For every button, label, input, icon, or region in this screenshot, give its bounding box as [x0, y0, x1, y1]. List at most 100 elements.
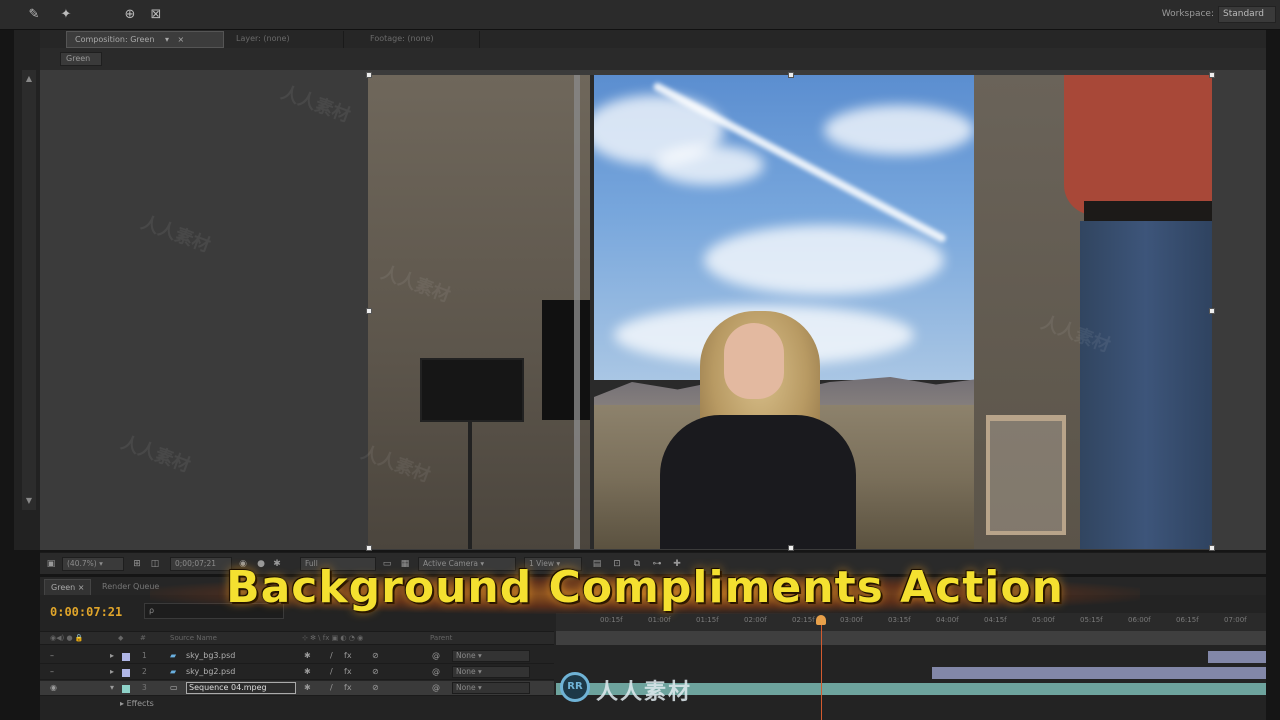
- shy-switch-icon[interactable]: ✱: [304, 683, 311, 692]
- grid-toggle-icon[interactable]: ⊞: [130, 557, 144, 571]
- composition-viewer[interactable]: 人人素材 人人素材 人人素材 人人素材 人人素材 人人素材: [40, 70, 1266, 551]
- layer-name[interactable]: sky_bg3.psd: [186, 651, 296, 663]
- collapse-layer-icon[interactable]: ▾: [110, 683, 114, 692]
- parent-value: None: [456, 667, 476, 676]
- layer-name-input[interactable]: Sequence 04.mpeg: [186, 682, 296, 694]
- switches-header-icons: ⊹ ✻ \ fx ▣ ◐ ◔ ◉: [302, 634, 364, 642]
- cloud: [824, 105, 974, 155]
- puppet-tool-icon[interactable]: ⊠: [148, 7, 164, 23]
- fx-switch-icon[interactable]: fx: [344, 651, 352, 660]
- crew-member-shirt: [1064, 75, 1212, 215]
- parent-value: None: [456, 683, 476, 692]
- watermark-text: 人人素材: [596, 680, 693, 705]
- layer-number: 3: [142, 683, 147, 692]
- tab-green-timeline[interactable]: Green ×: [44, 579, 92, 595]
- motion-blur-icon[interactable]: ⊘: [372, 667, 379, 676]
- watermark-logo-icon: RR: [560, 672, 590, 702]
- layer-duration-bar[interactable]: [932, 667, 1266, 679]
- brush-tool-icon[interactable]: ✎: [26, 7, 42, 23]
- shy-switch-icon[interactable]: ✱: [304, 651, 311, 660]
- current-time-indicator-line[interactable]: [821, 621, 822, 720]
- visibility-icon[interactable]: –: [50, 651, 54, 660]
- expand-layer-icon[interactable]: ▸: [110, 667, 114, 676]
- cloud: [704, 225, 944, 295]
- parent-header[interactable]: Parent: [430, 634, 452, 642]
- parent-pickwhip-icon[interactable]: @: [432, 683, 440, 692]
- transform-handle[interactable]: [1209, 72, 1215, 78]
- video-file-icon: ▭: [170, 683, 178, 692]
- ruler-tick: 06:15f: [1176, 616, 1199, 624]
- always-preview-icon[interactable]: ▣: [44, 557, 58, 571]
- composition-frame[interactable]: [368, 75, 1212, 549]
- ruler-tick: 07:00f: [1224, 616, 1247, 624]
- quality-switch-icon[interactable]: /: [330, 651, 333, 660]
- psd-file-icon: ▰: [170, 651, 177, 660]
- layer-row-selected[interactable]: ◉ ▾ 3 ▭ Sequence 04.mpeg ✱ / fx ⊘ @ None…: [40, 681, 554, 696]
- magnification-dropdown[interactable]: (40.7%) ▾: [62, 557, 124, 571]
- close-icon[interactable]: ×: [178, 35, 185, 44]
- layer-label-color[interactable]: [122, 669, 130, 677]
- fx-switch-icon[interactable]: fx: [344, 683, 352, 692]
- tab-label: Green: [51, 583, 76, 592]
- transform-handle[interactable]: [1209, 545, 1215, 551]
- pin-tool-icon[interactable]: ✦: [58, 7, 74, 23]
- visibility-icon[interactable]: –: [50, 667, 54, 676]
- layer-row[interactable]: – ▸ 2 ▰ sky_bg2.psd ✱ / fx ⊘ @ None ▾: [40, 665, 554, 680]
- workspace-dropdown[interactable]: Standard: [1218, 6, 1276, 23]
- scroll-down-icon[interactable]: ▼: [22, 494, 36, 508]
- parent-pickwhip-icon[interactable]: @: [432, 651, 440, 660]
- work-area-bar[interactable]: [556, 631, 1266, 645]
- cloud: [654, 145, 764, 185]
- layer-duration-bar[interactable]: [1208, 651, 1266, 663]
- effects-label: Effects: [126, 699, 154, 708]
- layer-number: 2: [142, 667, 147, 676]
- transform-handle[interactable]: [366, 72, 372, 78]
- fx-switch-icon[interactable]: fx: [344, 667, 352, 676]
- transform-handle[interactable]: [1209, 308, 1215, 314]
- parent-pickwhip-icon[interactable]: @: [432, 667, 440, 676]
- layer-row[interactable]: – ▸ 1 ▰ sky_bg3.psd ✱ / fx ⊘ @ None ▾: [40, 649, 554, 664]
- parent-value: None: [456, 651, 476, 660]
- layer-column-header: ◉◀) ● 🔒 ◆ # Source Name ⊹ ✻ \ fx ▣ ◐ ◔ ◉…: [40, 631, 554, 645]
- motion-blur-icon[interactable]: ⊘: [372, 651, 379, 660]
- composition-breadcrumb[interactable]: Green: [60, 52, 102, 66]
- parent-dropdown[interactable]: None ▾: [452, 682, 530, 694]
- effects-group-row[interactable]: ▸ Effects: [120, 699, 154, 708]
- monitor-on-stand: [420, 358, 524, 422]
- zoom-value: (40.7%): [67, 559, 97, 568]
- layer-label-color[interactable]: [122, 685, 130, 693]
- tutorial-caption-banner: Background Compliments Action: [150, 556, 1140, 626]
- transform-handle[interactable]: [366, 308, 372, 314]
- watermark-faint: 人人素材: [118, 432, 193, 477]
- composition-navigator-bar: Green: [40, 48, 1266, 70]
- layer-name[interactable]: sky_bg2.psd: [186, 667, 296, 679]
- tab-footage[interactable]: Footage: (none): [362, 31, 480, 48]
- scroll-up-icon[interactable]: ▲: [22, 72, 36, 86]
- caption-text: Background Compliments Action: [226, 562, 1064, 613]
- workspace-label: Workspace:: [1161, 9, 1214, 19]
- crew-member-jeans: [1080, 221, 1212, 549]
- tab-label: Layer: (none): [236, 34, 290, 43]
- shy-switch-icon[interactable]: ✱: [304, 667, 311, 676]
- tab-composition-green[interactable]: Composition: Green ▾ ×: [66, 31, 224, 48]
- transform-handle[interactable]: [366, 545, 372, 551]
- viewer-vertical-scrollbar[interactable]: ▲ ▼: [22, 70, 36, 510]
- expand-layer-icon[interactable]: ▸: [110, 651, 114, 660]
- av-features-icons: ◉◀) ● 🔒: [50, 634, 84, 642]
- quality-switch-icon[interactable]: /: [330, 667, 333, 676]
- roto-tool-icon[interactable]: ⊕: [122, 7, 138, 23]
- motion-blur-icon[interactable]: ⊘: [372, 683, 379, 692]
- quality-switch-icon[interactable]: /: [330, 683, 333, 692]
- parent-dropdown[interactable]: None ▾: [452, 650, 530, 662]
- visibility-icon[interactable]: ◉: [50, 683, 57, 692]
- transform-handle[interactable]: [788, 72, 794, 78]
- source-name-header[interactable]: Source Name: [170, 634, 217, 642]
- tab-menu-icon[interactable]: ▾: [165, 35, 169, 44]
- application-toolbar: ✎ ✦ ⊕ ⊠ Workspace: Standard: [0, 0, 1280, 30]
- layer-label-color[interactable]: [122, 653, 130, 661]
- transform-handle[interactable]: [788, 545, 794, 551]
- actress-shirt: [660, 415, 856, 549]
- tab-layer[interactable]: Layer: (none): [228, 31, 344, 48]
- parent-dropdown[interactable]: None ▾: [452, 666, 530, 678]
- timeline-current-time[interactable]: 0:00:07:21: [50, 605, 122, 619]
